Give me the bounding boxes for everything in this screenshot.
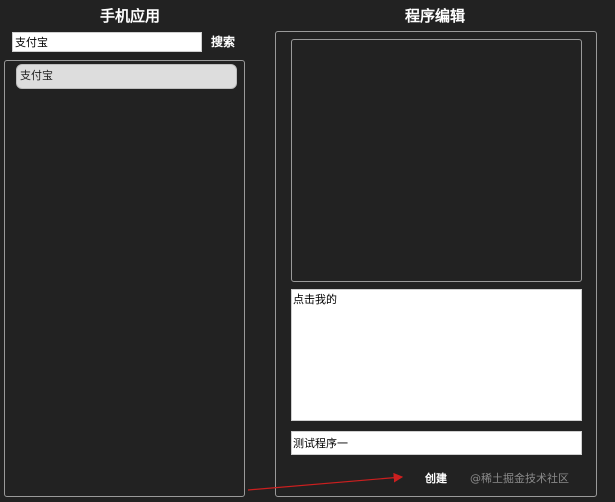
program-code-textarea[interactable]: 点击我的 xyxy=(291,289,582,421)
program-name-input[interactable] xyxy=(291,431,582,455)
app-result-item[interactable]: 支付宝 xyxy=(16,64,237,89)
search-button[interactable]: 搜索 xyxy=(206,33,240,51)
program-edit-title: 程序编辑 xyxy=(404,7,465,25)
create-button[interactable]: 创建 xyxy=(418,470,454,488)
app-search-input[interactable] xyxy=(12,32,202,52)
app-results-panel: 支付宝 xyxy=(4,60,245,497)
app-root: 手机应用 搜索 支付宝 程序编辑 点击我的 创建 @稀土掘金技术社区 xyxy=(0,0,615,502)
program-preview-area[interactable] xyxy=(291,39,582,282)
phone-apps-title: 手机应用 xyxy=(99,7,160,25)
watermark-text: @稀土掘金技术社区 xyxy=(470,472,569,485)
